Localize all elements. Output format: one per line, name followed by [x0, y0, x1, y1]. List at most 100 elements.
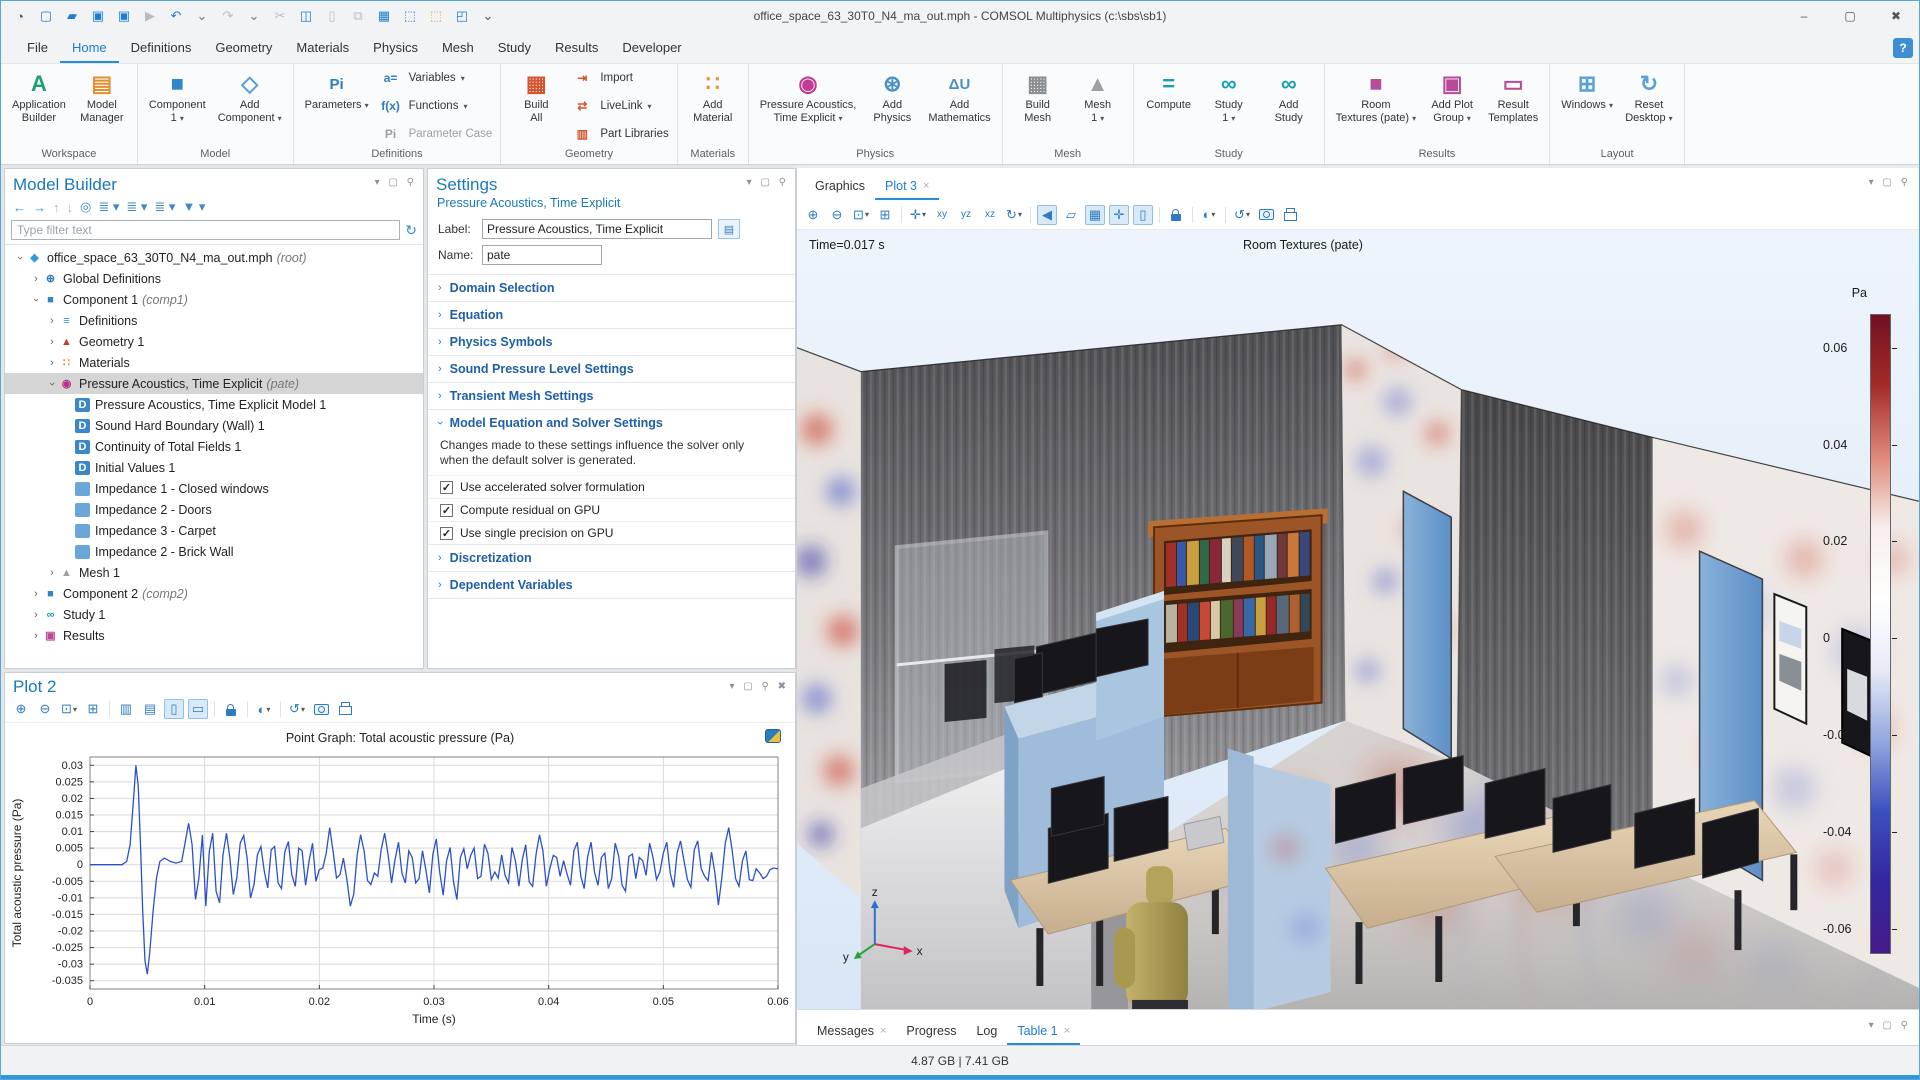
menu-item-home[interactable]: Home	[59, 34, 119, 63]
tab-plot-3[interactable]: Plot 3 ×	[875, 173, 940, 200]
minimize-button[interactable]: –	[1781, 1, 1827, 31]
save-as-icon[interactable]: ▣	[113, 6, 135, 26]
duplicate-icon[interactable]: ⧉	[347, 6, 369, 26]
ribbon-button-pressure-acoustics-time-explicit[interactable]: ◉ Pressure Acoustics, Time Explicit ▾	[755, 67, 862, 145]
checkbox-icon[interactable]: ✓	[440, 526, 453, 540]
tree-expander-icon[interactable]: ›	[46, 377, 58, 391]
lock-icon[interactable]	[221, 699, 241, 719]
tab-messages[interactable]: Messages ×	[807, 1018, 896, 1045]
tree-node[interactable]: › ▲ Mesh 1	[5, 562, 423, 583]
print-icon[interactable]	[1280, 205, 1300, 225]
zoom-box-icon[interactable]: ⊡ ▾	[59, 699, 79, 719]
tree-expander-icon[interactable]: ›	[45, 315, 59, 327]
sound-icon[interactable]: ◀	[1037, 204, 1057, 225]
ribbon-button-add-physics[interactable]: ⊛ Add Physics	[863, 67, 921, 145]
ribbon-button-add-material[interactable]: ∷ Add Material	[684, 67, 742, 145]
app-logo-icon[interactable]: ◔	[9, 6, 31, 26]
panel-window-icons[interactable]: ▾ ▢ ⚲	[1869, 177, 1911, 188]
section-header-dependent-variables[interactable]: › Dependent Variables	[428, 572, 795, 598]
ribbon-button-model-manager[interactable]: ▤ Model Manager	[73, 67, 131, 145]
tree-expander-icon[interactable]: ›	[29, 630, 43, 642]
panel-window-icons[interactable]: ▾ ▢ ⚲	[1869, 1020, 1911, 1031]
tree-node[interactable]: Impedance 3 - Carpet	[5, 520, 423, 541]
tree-filter-input[interactable]	[11, 220, 401, 240]
tree-node[interactable]: D Initial Values 1	[5, 457, 423, 478]
ribbon-button-build-all[interactable]: ▦ Build All	[507, 67, 565, 145]
redo-icon[interactable]: ↷	[217, 6, 239, 26]
tree-node[interactable]: › ■ Component 2 (comp2)	[5, 583, 423, 604]
run-icon[interactable]: ▶	[139, 6, 161, 26]
tree-expander-icon[interactable]: ›	[30, 293, 42, 307]
refresh-plot-icon[interactable]: ↺ ▾	[287, 699, 307, 719]
label-input[interactable]	[482, 219, 712, 239]
tree-expander-icon[interactable]: ›	[29, 273, 43, 285]
tab-log[interactable]: Log	[966, 1018, 1007, 1045]
tree-expander-icon[interactable]: ›	[45, 336, 59, 348]
zoom-extents-icon[interactable]: ⊞	[83, 699, 103, 719]
tree-node[interactable]: D Continuity of Total Fields 1	[5, 436, 423, 457]
model-tree-icon[interactable]: ≣ ▾	[154, 199, 175, 215]
tree-node[interactable]: Impedance 2 - Brick Wall	[5, 541, 423, 562]
tab-table-1[interactable]: Table 1 ×	[1007, 1018, 1081, 1045]
zoom-box-icon[interactable]: ⊡ ▾	[851, 205, 871, 225]
panel-window-icons[interactable]: ▾ ▢ ⚲ ✖	[729, 681, 789, 692]
variables-item[interactable]: a= Variables ▾	[378, 68, 493, 88]
tree-node[interactable]: D Sound Hard Boundary (Wall) 1	[5, 415, 423, 436]
collapse-icon[interactable]: ≣ ▾	[126, 199, 147, 215]
close-tab-icon[interactable]: ×	[923, 180, 929, 192]
undo-caret-icon[interactable]: ⌄	[191, 6, 213, 26]
ribbon-button-mesh-1[interactable]: ▲ Mesh 1 ▾	[1069, 67, 1127, 145]
point-graph-chart[interactable]: 0.03 0.025 0.02 0.015 0.01 0.005 0 -0.005 -0.01 -…	[5, 745, 798, 1043]
xy-view-icon[interactable]: xy	[932, 205, 952, 225]
menu-item-geometry[interactable]: Geometry	[203, 34, 284, 63]
color-palette-icon[interactable]: ◐ ▾	[1199, 205, 1219, 225]
tab-graphics[interactable]: Graphics	[805, 173, 875, 200]
menu-item-file[interactable]: File	[15, 34, 60, 63]
tree-node[interactable]: Impedance 2 - Doors	[5, 499, 423, 520]
forward-icon[interactable]: →	[33, 200, 46, 215]
checkbox-row[interactable]: ✓ Use single precision on GPU	[428, 521, 795, 544]
section-header-model-equation-and-solver-settings[interactable]: › Model Equation and Solver Settings	[428, 410, 795, 436]
checkbox-icon[interactable]: ✓	[440, 480, 453, 494]
ribbon-button-reset-desktop[interactable]: ↻ Reset Desktop ▾	[1620, 67, 1678, 145]
back-icon[interactable]: ←	[13, 200, 26, 215]
zoom-out-icon[interactable]: ⊖	[827, 205, 847, 225]
save-icon[interactable]: ▣	[87, 6, 109, 26]
menu-item-developer[interactable]: Developer	[610, 34, 693, 63]
ribbon-button-build-mesh[interactable]: ▦ Build Mesh	[1009, 67, 1067, 145]
redo-caret-icon[interactable]: ⌄	[243, 6, 265, 26]
menu-item-results[interactable]: Results	[543, 34, 610, 63]
menu-item-mesh[interactable]: Mesh	[430, 34, 486, 63]
tree-node[interactable]: › ⊕ Global Definitions	[5, 268, 423, 289]
ribbon-button-add-component[interactable]: ◇ Add Component ▾	[213, 67, 287, 145]
yz-view-icon[interactable]: yz	[956, 205, 976, 225]
lock-icon[interactable]	[1166, 205, 1186, 225]
view-orientation-icon[interactable]: ✛ ▾	[908, 205, 928, 225]
deselect-box-icon[interactable]: ⬚	[425, 6, 447, 26]
panel-window-icons[interactable]: ▾ ▢ ⚲	[375, 177, 417, 188]
ribbon-button-room-textures-pate-[interactable]: ■ Room Textures (pate) ▾	[1331, 67, 1421, 145]
rotate-view-icon[interactable]: ↻ ▾	[1004, 205, 1024, 225]
ribbon-button-component-1[interactable]: ■ Component 1 ▾	[144, 67, 211, 145]
menu-item-study[interactable]: Study	[486, 34, 543, 63]
zoom-out-icon[interactable]: ⊖	[35, 699, 55, 719]
tree-node[interactable]: › ■ Component 1 (comp1)	[5, 289, 423, 310]
import-item[interactable]: ⇥ Import	[569, 68, 668, 88]
menu-item-materials[interactable]: Materials	[284, 34, 361, 63]
ribbon-button-application-builder[interactable]: A Application Builder	[7, 67, 71, 145]
search-doc-icon[interactable]: ◰	[451, 6, 473, 26]
section-header-discretization[interactable]: › Discretization	[428, 545, 795, 571]
tree-expander-icon[interactable]: ›	[29, 609, 43, 621]
print-icon[interactable]	[335, 699, 355, 719]
overflow-caret-icon[interactable]: ⌄	[477, 6, 499, 26]
name-input[interactable]	[482, 245, 602, 265]
tree-node[interactable]: › ▲ Geometry 1	[5, 331, 423, 352]
section-header-transient-mesh-settings[interactable]: › Transient Mesh Settings	[428, 383, 795, 409]
snapshot-icon[interactable]	[311, 699, 331, 719]
ribbon-button-study-1[interactable]: ∞ Study 1 ▾	[1200, 67, 1258, 145]
zoom-extents-icon[interactable]: ⊞	[875, 205, 895, 225]
checkbox-row[interactable]: ✓ Use accelerated solver formulation	[428, 475, 795, 498]
zoom-in-icon[interactable]: ⊕	[803, 205, 823, 225]
cut-icon[interactable]: ✂	[269, 6, 291, 26]
tree-node[interactable]: Impedance 1 - Closed windows	[5, 478, 423, 499]
